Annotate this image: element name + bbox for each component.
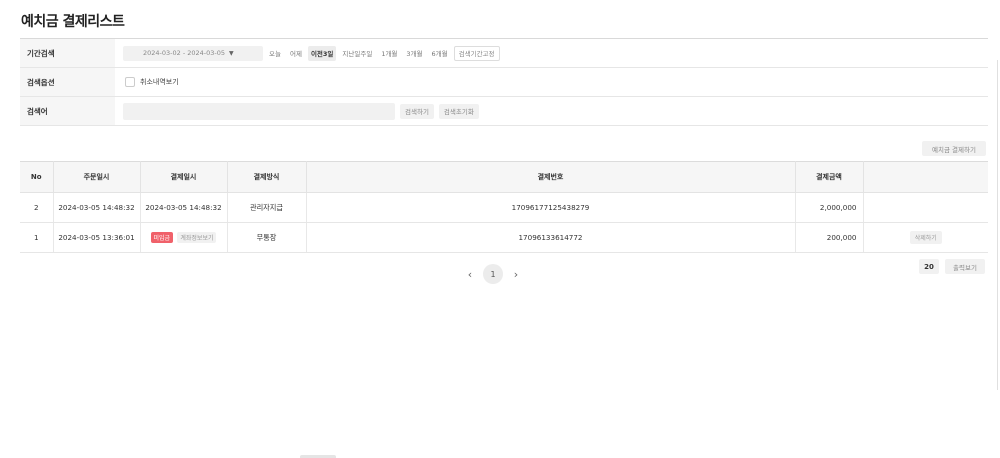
- show-cancelled-label[interactable]: 취소내역보기: [140, 77, 179, 87]
- col-pay-number: 결제번호: [306, 161, 796, 193]
- col-pay-amount: 결제금액: [795, 161, 864, 193]
- show-cancelled-checkbox[interactable]: [125, 77, 135, 87]
- delete-button[interactable]: 삭제하기: [909, 231, 942, 244]
- period-search-label: 기간검색: [20, 39, 115, 67]
- table-header-row: No 주문일시 결제일시 결제방식 결제번호 결제금액: [20, 161, 988, 193]
- period-3month-button[interactable]: 3개월: [403, 46, 425, 61]
- search-button[interactable]: 검색하기: [400, 103, 434, 119]
- cell-order-time: 2024-03-05 13:36:01: [53, 222, 141, 253]
- cell-pay-time: 미입금 계좌정보보기: [140, 222, 228, 253]
- period-6month-button[interactable]: 6개월: [429, 46, 451, 61]
- cell-pay-time: 2024-03-05 14:48:32: [140, 192, 228, 223]
- pay-deposit-button[interactable]: 예치금 결제하기: [922, 141, 986, 156]
- period-search-row: 기간검색 2024-03-02 - 2024-03-05 ▼ 오늘 어제 이전3…: [20, 39, 988, 68]
- page-size-select[interactable]: 20: [919, 259, 939, 274]
- option-search-label: 검색옵션: [20, 68, 115, 96]
- view-output-button[interactable]: 출력보기: [945, 259, 985, 274]
- unpaid-badge: 미입금: [150, 232, 174, 243]
- account-info-button[interactable]: 계좌정보보기: [177, 232, 217, 243]
- cell-no: 1: [20, 222, 54, 253]
- reset-search-button[interactable]: 검색초기화: [438, 103, 479, 119]
- period-today-button[interactable]: 오늘: [266, 46, 284, 61]
- date-range-select[interactable]: 2024-03-02 - 2024-03-05 ▼: [123, 45, 263, 61]
- cell-pay-amount: 2,000,000: [795, 192, 864, 223]
- date-range-value: 2024-03-02 - 2024-03-05: [143, 49, 226, 57]
- cell-pay-method: 무통장: [227, 222, 307, 253]
- cell-order-time: 2024-03-05 14:48:32: [53, 192, 141, 223]
- pagination: ‹ 1 ›: [465, 264, 521, 284]
- fix-period-button[interactable]: 검색기간고정: [453, 45, 500, 61]
- col-no: No: [20, 161, 54, 193]
- period-1month-button[interactable]: 1개월: [378, 46, 400, 61]
- table-row: 1 2024-03-05 13:36:01 미입금 계좌정보보기 무통장 170…: [20, 222, 988, 253]
- cell-pay-amount: 200,000: [795, 222, 864, 253]
- search-panel: 기간검색 2024-03-02 - 2024-03-05 ▼ 오늘 어제 이전3…: [20, 38, 988, 126]
- col-pay-method: 결제방식: [227, 161, 307, 193]
- cell-no: 2: [20, 192, 54, 223]
- caret-down-icon: ▼: [229, 49, 234, 57]
- period-prev3days-button[interactable]: 이전3일: [307, 45, 337, 61]
- payment-table: No 주문일시 결제일시 결제방식 결제번호 결제금액 2 2024-03-05…: [20, 161, 988, 253]
- keyword-search-label: 검색어: [20, 97, 115, 125]
- cell-actions: 삭제하기: [863, 222, 988, 253]
- scrollbar-track: [997, 60, 998, 390]
- col-order-time: 주문일시: [53, 161, 141, 193]
- page-title: 예치금 결제리스트: [21, 14, 125, 30]
- option-search-row: 검색옵션 취소내역보기: [20, 68, 988, 97]
- cell-pay-number: 17096177125438279: [306, 192, 796, 223]
- prev-page-icon[interactable]: ‹: [465, 268, 475, 281]
- col-actions: [863, 161, 988, 193]
- page-number-1[interactable]: 1: [483, 264, 503, 284]
- cell-pay-method: 관리자지급: [227, 192, 307, 223]
- keyword-search-row: 검색어 검색하기 검색초기화: [20, 97, 988, 126]
- period-yesterday-button[interactable]: 어제: [287, 46, 305, 61]
- cell-pay-number: 17096133614772: [306, 222, 796, 253]
- keyword-input[interactable]: [123, 102, 395, 120]
- table-row: 2 2024-03-05 14:48:32 2024-03-05 14:48:3…: [20, 192, 988, 223]
- cell-actions: [863, 192, 988, 223]
- period-lastweek-button[interactable]: 지난일주일: [339, 46, 375, 61]
- next-page-icon[interactable]: ›: [511, 268, 521, 281]
- col-pay-time: 결제일시: [140, 161, 228, 193]
